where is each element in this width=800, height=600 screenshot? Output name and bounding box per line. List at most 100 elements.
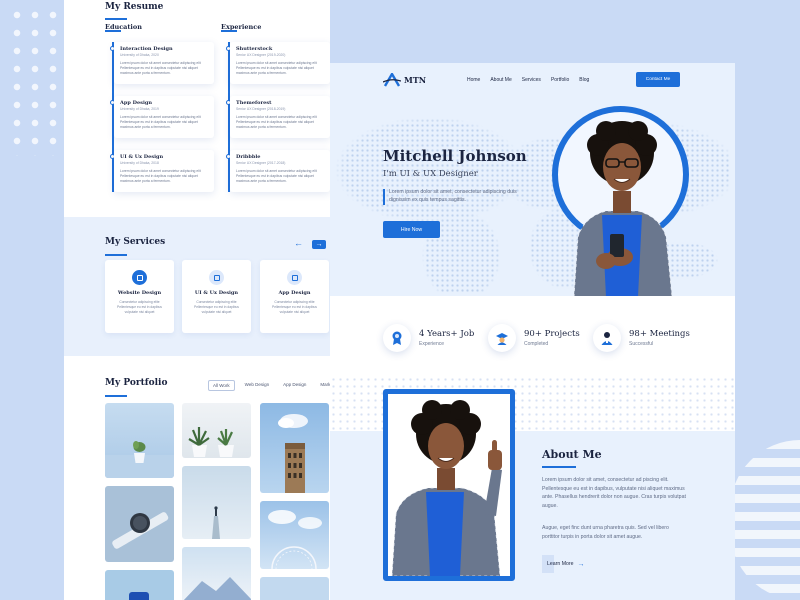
pier-image bbox=[212, 506, 220, 539]
service-card-website-design[interactable]: Website Design Consectetur adipiscing el… bbox=[105, 260, 174, 333]
arrow-left-icon[interactable]: ← bbox=[294, 238, 303, 248]
experience-card-sub: Senior UX Designer (2017-2018) bbox=[236, 161, 286, 165]
experience-card-title: Themeforest bbox=[236, 100, 272, 106]
education-card: App Design University of Dhaka, 2019 Lor… bbox=[114, 96, 214, 138]
title-underline bbox=[105, 395, 127, 397]
nav-link-portfolio[interactable]: Portfolio bbox=[551, 77, 569, 83]
main-nav: Home About Me Services Portfolio Blog bbox=[467, 77, 589, 83]
service-card-ui-ux-design[interactable]: UI & Ux Design Consectetur adipiscing el… bbox=[182, 260, 251, 333]
stat-label: Successful bbox=[629, 341, 654, 347]
stat-label: Completed bbox=[524, 341, 549, 347]
portfolio-item-succulents[interactable] bbox=[182, 403, 251, 458]
arrow-right-icon: → bbox=[577, 560, 585, 568]
logo-icon bbox=[383, 73, 401, 87]
logo-text: MTN bbox=[404, 75, 427, 85]
title-underline bbox=[105, 254, 127, 256]
services-section: My Services ← → Website Design Consectet… bbox=[64, 217, 330, 356]
service-card-title: App Design bbox=[278, 290, 311, 296]
mountain-image bbox=[183, 577, 251, 600]
service-card-body: Consectetur adipiscing elite Pellentesqu… bbox=[194, 300, 239, 314]
about-paragraph-2: Augue, eget finc dunt urna pharetra quis… bbox=[542, 525, 669, 540]
stat-label: Experience bbox=[419, 341, 445, 347]
portfolio-item-pier[interactable] bbox=[182, 466, 251, 539]
experience-card-sub: Senior UX Designer (2018-2019) bbox=[236, 107, 286, 111]
hire-now-button[interactable]: Hire Now bbox=[383, 221, 440, 238]
hero-role: I'm UI & UX Designer bbox=[383, 169, 478, 179]
nav-link-services[interactable]: Services bbox=[522, 77, 541, 83]
nav-link-home[interactable]: Home bbox=[467, 77, 480, 83]
learn-more-button[interactable]: Learn More → bbox=[542, 555, 585, 573]
education-card-sub: University of Dhaka, 2020 bbox=[120, 53, 159, 57]
stat-meetings: 98+ Meetings Successful bbox=[593, 324, 690, 352]
portfolio-item-building[interactable] bbox=[260, 403, 329, 493]
heading-underline bbox=[105, 30, 121, 32]
portfolio-item-sky[interactable] bbox=[260, 577, 329, 600]
user-icon bbox=[593, 324, 621, 352]
experience-card-body: Lorem ipsum dolor sit amet consectetur a… bbox=[236, 61, 317, 75]
portfolio-item-mountain[interactable] bbox=[182, 547, 251, 600]
service-card-app-design[interactable]: App Design Consectetur adipiscing elite … bbox=[260, 260, 329, 333]
about-title-underline bbox=[542, 466, 576, 468]
education-card: Interaction Design University of Dhaka, … bbox=[114, 42, 214, 84]
resume-title: My Resume bbox=[105, 2, 164, 12]
portfolio-title: My Portfolio bbox=[105, 378, 168, 388]
building-image bbox=[278, 414, 308, 493]
main-page-preview: MTN Home About Me Services Portfolio Blo… bbox=[330, 63, 735, 600]
service-card-body: Consectetur adipiscing elite Pellentesqu… bbox=[117, 300, 162, 314]
experience-card-body: Lorem ipsum dolor sit amet consectetur a… bbox=[236, 115, 317, 129]
stat-experience: 4 Years+ Job Experience bbox=[383, 324, 474, 352]
service-card-title: UI & Ux Design bbox=[194, 290, 239, 296]
left-page-preview: My Resume Education Experience Interacti… bbox=[64, 0, 330, 600]
portfolio-item-watch[interactable] bbox=[105, 486, 174, 562]
experience-card-title: Shutterstock bbox=[236, 46, 273, 52]
experience-card-title: Dribbble bbox=[236, 154, 261, 160]
stat-value: 98+ Meetings bbox=[629, 329, 690, 339]
succulents-image bbox=[188, 427, 234, 457]
experience-card: Themeforest Senior UX Designer (2018-201… bbox=[230, 96, 330, 138]
arrow-right-icon[interactable]: → bbox=[312, 240, 326, 249]
about-paragraph-1: Lorem ipsum dolor sit amet, consectetur … bbox=[542, 477, 686, 509]
portfolio-item-ferris-wheel[interactable] bbox=[260, 501, 329, 569]
about-title: About Me bbox=[542, 448, 602, 461]
filter-all-work[interactable]: All Work bbox=[208, 380, 235, 391]
watch-image bbox=[112, 512, 169, 549]
experience-card: Dribbble Senior UX Designer (2017-2018) … bbox=[230, 150, 330, 192]
about-portrait-image bbox=[388, 394, 510, 576]
stat-value: 4 Years+ Job bbox=[419, 329, 475, 339]
heading-underline bbox=[221, 30, 237, 32]
portfolio-item-blue[interactable] bbox=[105, 570, 174, 600]
stats-section: 4 Years+ Job Experience 90+ Projects Com… bbox=[330, 296, 735, 376]
layout-icon bbox=[209, 270, 224, 285]
hero-description: Lorem ipsum dolor sit amet, consectetur … bbox=[389, 189, 517, 204]
education-card-body: Lorem ipsum dolor sit amet consectetur a… bbox=[120, 169, 201, 183]
filter-marketing[interactable]: Marketing bbox=[316, 380, 330, 391]
nav-link-blog[interactable]: Blog bbox=[579, 77, 589, 83]
ferris-wheel-image bbox=[268, 510, 322, 569]
about-section: About Me Lorem ipsum dolor sit amet, con… bbox=[330, 376, 735, 600]
contact-me-button[interactable]: Contact Me bbox=[636, 72, 680, 87]
filter-web-design[interactable]: Web Design bbox=[241, 380, 273, 391]
site-logo[interactable]: MTN bbox=[383, 73, 426, 87]
education-card-sub: University of Dhaka, 2018 bbox=[120, 161, 159, 165]
education-card-sub: University of Dhaka, 2019 bbox=[120, 107, 159, 111]
nav-link-about-me[interactable]: About Me bbox=[490, 77, 511, 83]
plant-image bbox=[105, 441, 174, 478]
about-portrait-frame bbox=[383, 389, 515, 581]
phone-icon bbox=[287, 270, 302, 285]
resume-section: My Resume Education Experience Interacti… bbox=[64, 0, 330, 217]
education-card-title: App Design bbox=[120, 100, 152, 106]
learn-more-label: Learn More bbox=[547, 561, 574, 567]
award-icon bbox=[383, 324, 411, 352]
decorative-dot-pattern bbox=[8, 6, 68, 156]
title-underline bbox=[105, 18, 127, 20]
decorative-stripes bbox=[730, 440, 800, 600]
portfolio-filters: All Work Web Design App Design Marketing bbox=[208, 380, 330, 391]
filter-app-design[interactable]: App Design bbox=[279, 380, 310, 391]
portfolio-item-plant[interactable] bbox=[105, 403, 174, 478]
service-card-title: Website Design bbox=[117, 290, 162, 296]
service-card-body: Consectetur adipiscing elite Pellentesqu… bbox=[272, 300, 317, 314]
stat-value: 90+ Projects bbox=[524, 329, 580, 339]
education-card-body: Lorem ipsum dolor sit amet consectetur a… bbox=[120, 61, 201, 75]
education-card-body: Lorem ipsum dolor sit amet consectetur a… bbox=[120, 115, 201, 129]
experience-card: Shutterstock Senior UX Designer (2019-20… bbox=[230, 42, 330, 84]
